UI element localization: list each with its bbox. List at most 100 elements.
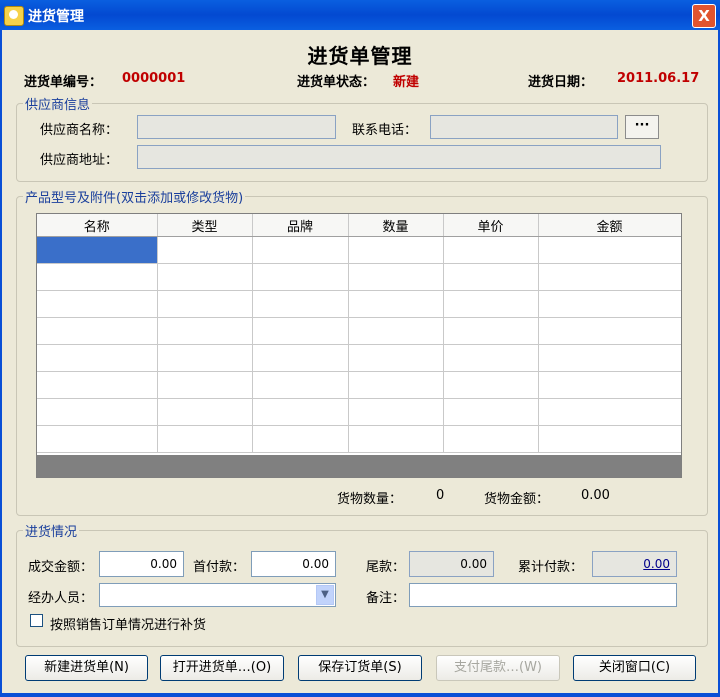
table-cell[interactable] [443,371,539,399]
table-cell[interactable] [252,425,349,453]
table-cell[interactable] [348,263,444,291]
table-cell[interactable] [443,317,539,345]
supplier-name-label: 供应商名称： [40,123,119,138]
table-cell[interactable] [37,344,158,372]
table-cell[interactable] [443,290,539,318]
replenish-checkbox[interactable] [30,614,43,627]
phone-field[interactable] [430,115,618,139]
table-cell[interactable] [538,263,681,291]
table-row[interactable] [37,236,681,264]
order-date-label: 进货日期： [528,75,594,90]
table-cell[interactable] [252,290,349,318]
browse-supplier-button[interactable]: ··· [625,115,659,139]
table-cell[interactable] [157,236,253,264]
table-row[interactable] [37,344,681,372]
table-cell[interactable] [37,425,158,453]
table-cell[interactable] [538,371,681,399]
column-header[interactable]: 数量 [348,214,444,237]
table-row[interactable] [37,317,681,345]
table-cell[interactable] [348,290,444,318]
table-cell[interactable] [348,371,444,399]
order-no-value: 0000001 [122,71,186,86]
table-cell[interactable] [37,371,158,399]
table-cell[interactable] [348,317,444,345]
column-header[interactable]: 品牌 [252,214,349,237]
table-cell[interactable] [37,236,158,264]
close-window-bottom-button[interactable]: 关闭窗口(C) [573,655,696,681]
order-status-value: 新建 [393,75,420,90]
table-cell[interactable] [443,263,539,291]
table-cell[interactable] [443,344,539,372]
supplier-legend: 供应商信息 [25,98,91,113]
table-row[interactable] [37,425,681,453]
first-payment-label: 首付款： [193,560,246,575]
window-title: 进货管理 [28,9,84,25]
handler-select[interactable] [99,583,336,607]
goods-amount-value: 0.00 [581,488,610,503]
table-cell[interactable] [37,263,158,291]
column-header[interactable]: 类型 [157,214,253,237]
table-cell[interactable] [252,398,349,426]
column-header[interactable]: 金额 [538,214,681,237]
pay-balance-button: 支付尾款…(W) [436,655,560,681]
order-date-value: 2011.06.17 [617,71,700,86]
close-window-button[interactable]: X [692,4,716,28]
table-row[interactable] [37,398,681,426]
handler-label: 经办人员： [28,591,94,606]
table-cell[interactable] [443,236,539,264]
deal-amount-label: 成交金额： [28,560,94,575]
table-cell[interactable] [538,425,681,453]
table-cell[interactable] [157,344,253,372]
new-order-button[interactable]: 新建进货单(N) [25,655,148,681]
table-cell[interactable] [538,317,681,345]
table-cell[interactable] [538,344,681,372]
table-cell[interactable] [348,344,444,372]
table-cell[interactable] [538,236,681,264]
remark-field[interactable] [409,583,677,607]
goods-qty-value: 0 [436,488,445,503]
table-cell[interactable] [348,425,444,453]
open-order-button[interactable]: 打开进货单…(O) [160,655,284,681]
table-cell[interactable] [157,371,253,399]
table-cell[interactable] [348,398,444,426]
table-cell[interactable] [157,290,253,318]
products-grid[interactable]: 名称 类型 品牌 数量 单价 金额 [36,213,682,478]
save-order-button[interactable]: 保存订货单(S) [298,655,422,681]
table-cell[interactable] [252,371,349,399]
balance-label: 尾款： [366,560,406,575]
table-cell[interactable] [252,236,349,264]
supplier-address-field[interactable] [137,145,661,169]
table-cell[interactable] [157,425,253,453]
order-no-label: 进货单编号： [24,75,103,90]
first-payment-field[interactable]: 0.00 [251,551,336,577]
table-cell[interactable] [37,290,158,318]
goods-qty-label: 货物数量： [337,492,403,507]
chevron-down-icon[interactable]: ▼ [316,585,334,605]
table-cell[interactable] [443,398,539,426]
supplier-name-field[interactable] [137,115,336,139]
table-cell[interactable] [538,398,681,426]
table-row[interactable] [37,263,681,291]
column-header[interactable]: 单价 [443,214,539,237]
table-row[interactable] [37,371,681,399]
table-cell[interactable] [157,263,253,291]
table-cell[interactable] [157,398,253,426]
table-cell[interactable] [252,344,349,372]
total-paid-link[interactable]: 0.00 [643,557,670,571]
table-cell[interactable] [252,317,349,345]
phone-label: 联系电话： [352,123,418,138]
table-cell[interactable] [37,317,158,345]
table-row[interactable] [37,290,681,318]
table-cell[interactable] [348,236,444,264]
title-bar: 进货管理 X [0,0,720,30]
table-cell[interactable] [37,398,158,426]
table-cell[interactable] [538,290,681,318]
table-cell[interactable] [157,317,253,345]
table-cell[interactable] [252,263,349,291]
column-header[interactable]: 名称 [37,214,158,237]
deal-amount-field[interactable]: 0.00 [99,551,184,577]
balance-field: 0.00 [409,551,494,577]
products-legend: 产品型号及附件(双击添加或修改货物) [25,191,244,206]
table-cell[interactable] [443,425,539,453]
supplier-address-label: 供应商地址： [40,153,119,168]
